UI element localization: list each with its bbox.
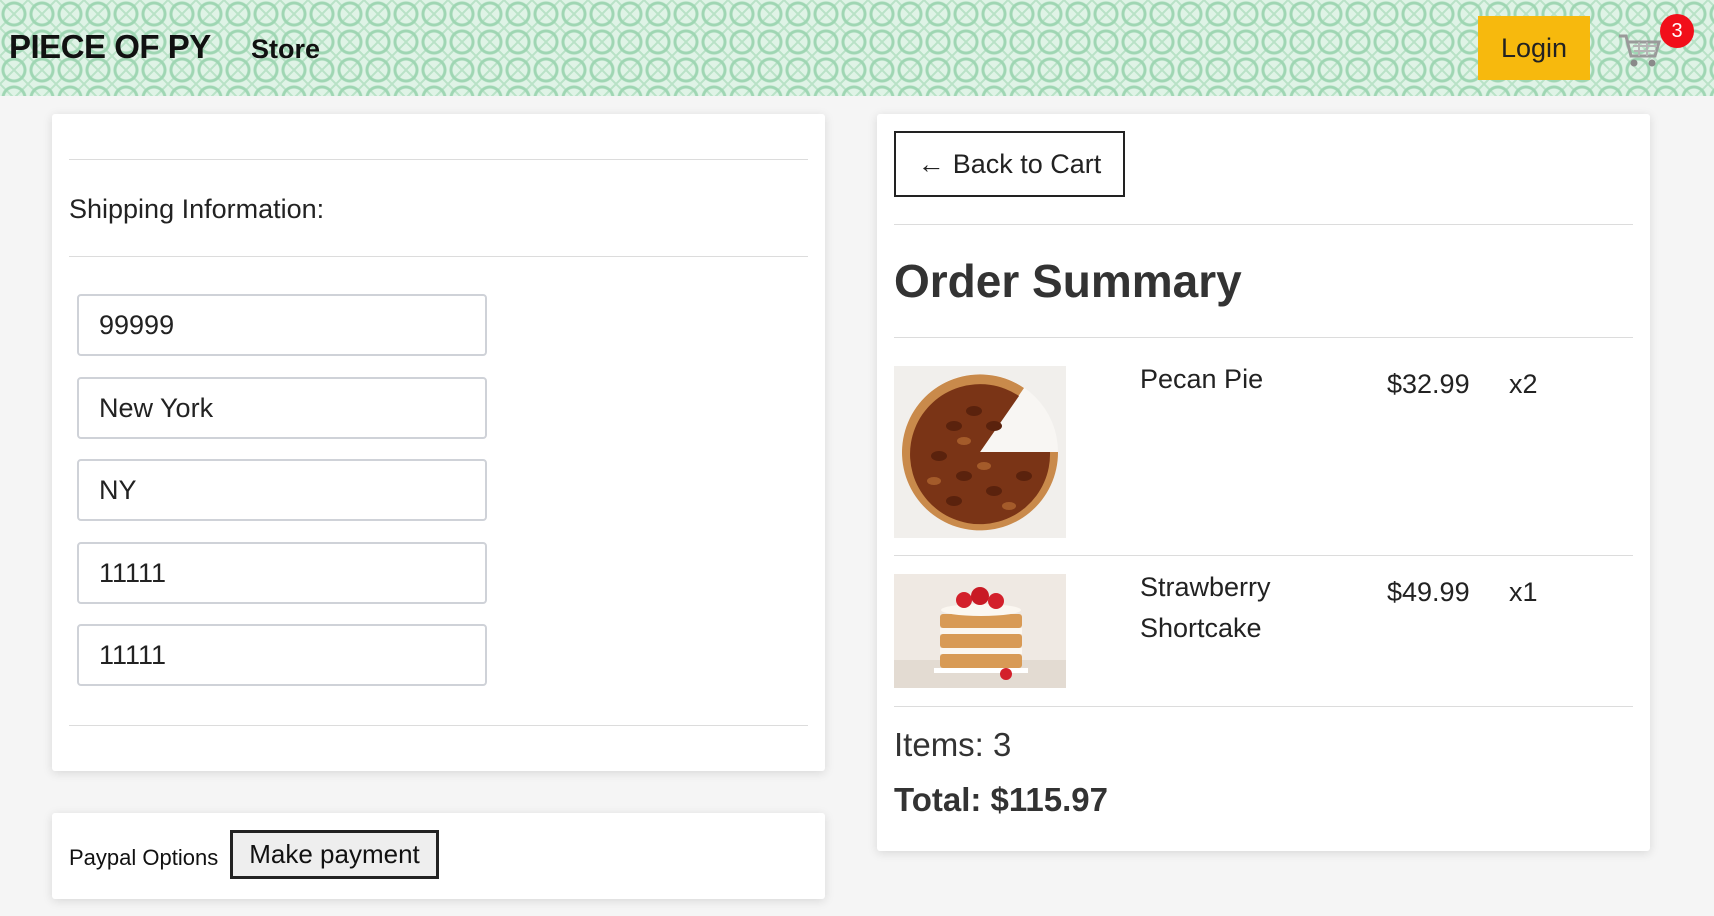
item-quantity: x1 [1509,577,1538,607]
payment-card: Paypal Options Make payment [52,813,825,899]
paypal-options-label: Paypal Options [69,845,219,870]
shipping-form-card: Shipping Information: [52,114,825,771]
city-field[interactable] [77,377,487,439]
item-price: $49.99 [1387,577,1470,607]
divider [894,555,1633,556]
item-name: Pecan Pie [1140,364,1264,394]
back-to-cart-label: Back to Cart [952,148,1102,179]
brand-logo[interactable]: PIECE OF PY [9,28,211,66]
divider [894,337,1633,338]
order-summary-card: ← Back to Cart Order Summary Pecan Pie $… [877,114,1650,851]
item-name: Strawberry Shortcake [1140,572,1271,643]
divider [69,159,808,160]
item-price: $32.99 [1387,369,1470,399]
login-button[interactable]: Login [1478,16,1590,80]
divider [69,725,808,726]
order-total: Total: $115.97 [894,781,1109,818]
country-field[interactable] [77,624,487,686]
nav-store-link[interactable]: Store [251,34,320,65]
items-count: Items: 3 [894,726,1012,763]
state-field[interactable] [77,459,487,521]
cart-icon [1619,34,1661,67]
strawberry-shortcake-image [894,574,1066,688]
address-field[interactable] [77,294,487,356]
back-to-cart-button[interactable]: ← Back to Cart [894,131,1125,197]
make-payment-button[interactable]: Make payment [230,830,439,879]
divider [894,224,1633,225]
divider [894,706,1633,707]
cart-button[interactable]: 3 [1617,14,1694,72]
shipping-title: Shipping Information: [69,194,325,224]
cart-count-badge: 3 [1660,14,1694,48]
site-header: PIECE OF PY Store Login 3 [0,0,1714,96]
arrow-left-icon: ← [917,148,945,179]
item-quantity: x2 [1509,369,1538,399]
zipcode-field[interactable] [77,542,487,604]
pecan-pie-image [894,366,1066,538]
order-summary-title: Order Summary [894,255,1242,307]
divider [69,256,808,257]
